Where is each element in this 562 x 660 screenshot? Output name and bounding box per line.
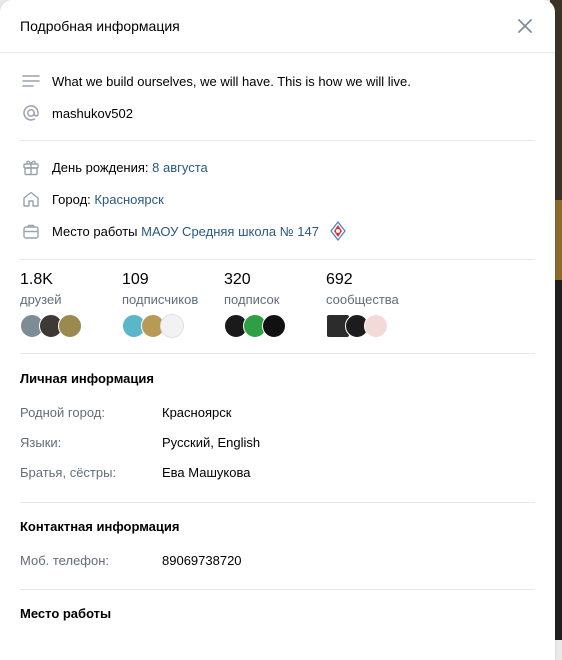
- birthday-row: День рождения: 8 августа: [20, 151, 535, 183]
- counter-followers[interactable]: 109 подписчиков: [122, 270, 224, 338]
- info-key: Родной город:: [20, 405, 105, 420]
- counter-communities[interactable]: 692 сообщества: [326, 270, 428, 338]
- followers-avatars: [122, 314, 224, 338]
- work-label: Место работы: [52, 223, 138, 239]
- username-row[interactable]: mashukov502: [20, 97, 535, 129]
- close-button[interactable]: [513, 14, 537, 38]
- gift-icon: [20, 156, 42, 178]
- counter-label: сообщества: [326, 292, 399, 307]
- phone-value: 89069738720: [162, 553, 242, 568]
- work-section-title: Место работы: [20, 606, 112, 621]
- menu-lines-icon: [20, 70, 42, 92]
- status-row: What we build ourselves, we will have. T…: [20, 65, 535, 97]
- city-label: Город:: [52, 191, 91, 207]
- counter-number: 1.8K: [20, 271, 53, 288]
- briefcase-icon: [20, 220, 42, 242]
- subscriptions-avatars: [224, 314, 326, 338]
- info-key: Братья, сёстры:: [20, 465, 117, 480]
- birthday-link[interactable]: 8 августа: [152, 160, 208, 175]
- counter-number: 109: [122, 271, 149, 288]
- info-key: Языки:: [20, 435, 62, 450]
- at-sign-icon: [20, 102, 42, 124]
- divider: [20, 259, 535, 260]
- avatar: [364, 314, 388, 338]
- info-value-link[interactable]: Красноярск: [162, 398, 231, 428]
- close-icon: [518, 19, 532, 33]
- details-modal: Подробная информация What we build ourse…: [0, 0, 555, 660]
- username-link[interactable]: mashukov502: [52, 106, 133, 121]
- counter-label: подписчиков: [122, 292, 199, 307]
- info-key: Моб. телефон:: [20, 553, 110, 568]
- contact-info-title: Контактная информация: [20, 519, 180, 534]
- info-value-link[interactable]: Русский, English: [162, 428, 260, 458]
- status-text: What we build ourselves, we will have. T…: [52, 73, 411, 89]
- home-icon: [20, 188, 42, 210]
- info-row-phone: Моб. телефон: 89069738720: [20, 546, 535, 576]
- work-link[interactable]: МАОУ Средняя школа № 147: [141, 224, 319, 239]
- avatar: [58, 314, 82, 338]
- info-row-languages: Языки: Русский, English: [20, 428, 535, 458]
- friends-avatars: [20, 314, 122, 338]
- birthday-label: День рождения:: [52, 159, 149, 175]
- info-row-siblings: Братья, сёстры: Ева Машукова: [20, 458, 535, 488]
- city-row: Город: Красноярск: [20, 183, 535, 215]
- modal-header: Подробная информация: [0, 0, 555, 53]
- counter-friends[interactable]: 1.8K друзей: [20, 270, 122, 338]
- counter-label: друзей: [20, 292, 62, 307]
- school-logo-icon[interactable]: [329, 221, 347, 241]
- counter-subscriptions[interactable]: 320 подписок: [224, 270, 326, 338]
- counters: 1.8K друзей 109 подписчиков 320 подписок…: [20, 270, 535, 338]
- counter-number: 692: [326, 271, 353, 288]
- work-row: Место работы МАОУ Средняя школа № 147: [20, 215, 535, 247]
- avatar: [160, 314, 184, 338]
- personal-info-title: Личная информация: [20, 371, 154, 386]
- counter-label: подписок: [224, 292, 280, 307]
- communities-avatars: [326, 314, 428, 338]
- city-link[interactable]: Красноярск: [94, 192, 163, 207]
- counter-number: 320: [224, 271, 251, 288]
- info-value-link[interactable]: Ева Машукова: [162, 458, 250, 488]
- info-row-hometown: Родной город: Красноярск: [20, 398, 535, 428]
- avatar: [262, 314, 286, 338]
- modal-title: Подробная информация: [20, 18, 180, 34]
